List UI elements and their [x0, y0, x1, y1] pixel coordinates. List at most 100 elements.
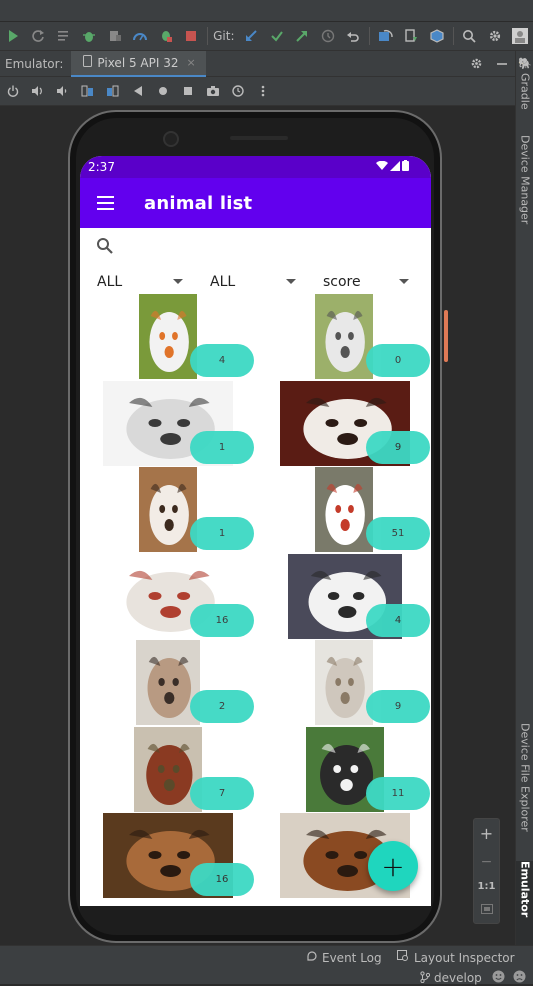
- filter-dropdown-2[interactable]: ALL: [193, 268, 306, 296]
- animal-card[interactable]: 1: [80, 467, 255, 553]
- score-badge[interactable]: 11: [366, 776, 430, 810]
- debug-icon[interactable]: [77, 22, 103, 51]
- score-badge[interactable]: 1: [190, 430, 254, 464]
- emulator-tool-window-header: Emulator: Pixel 5 API 32 ×: [0, 49, 515, 78]
- score-badge[interactable]: 16: [190, 603, 254, 637]
- score-badge[interactable]: 9: [366, 430, 430, 464]
- battery-icon: [402, 160, 409, 174]
- score-badge[interactable]: 0: [366, 344, 430, 377]
- side-tab-label: Emulator: [518, 861, 532, 918]
- animal-card[interactable]: 2: [80, 640, 255, 726]
- animal-card[interactable]: 51: [256, 467, 431, 553]
- device-mirror-icon[interactable]: [373, 22, 399, 51]
- search-field[interactable]: [80, 232, 431, 264]
- layout-inspector-button[interactable]: Layout Inspector: [397, 950, 515, 965]
- volume-up-icon[interactable]: [25, 77, 50, 106]
- side-tab-gradle[interactable]: 🐘 Gradle: [516, 57, 533, 119]
- overview-icon[interactable]: [175, 77, 200, 106]
- git-history-icon[interactable]: [315, 22, 341, 51]
- sdk-manager-icon[interactable]: [424, 22, 450, 51]
- more-options-icon[interactable]: [250, 77, 275, 106]
- animal-card[interactable]: 16: [80, 813, 255, 899]
- android-status-bar: 2:37: [80, 156, 431, 178]
- animal-card[interactable]: 1: [80, 380, 255, 467]
- git-rollback-icon[interactable]: [341, 22, 367, 51]
- animal-card[interactable]: 9: [256, 380, 431, 467]
- animal-card[interactable]: 7: [80, 726, 255, 813]
- git-commit-icon[interactable]: [264, 22, 290, 51]
- zoom-fit-icon[interactable]: [480, 903, 493, 918]
- home-icon[interactable]: [150, 77, 175, 106]
- settings-gear-icon[interactable]: [482, 22, 508, 51]
- event-log-button[interactable]: Event Log: [306, 950, 382, 965]
- hamburger-menu-icon[interactable]: [80, 194, 130, 212]
- front-camera: [163, 131, 179, 147]
- emulator-settings-gear-icon[interactable]: [463, 49, 489, 78]
- score-badge[interactable]: 1: [190, 517, 254, 550]
- event-log-icon: [306, 950, 318, 965]
- tab-pixel-5-api-32[interactable]: Pixel 5 API 32 ×: [71, 50, 206, 77]
- score-badge[interactable]: 4: [190, 344, 254, 377]
- add-animal-fab[interactable]: +: [368, 841, 418, 891]
- right-tool-strip: 🐘 Gradle Device Manager Device File Expl…: [515, 51, 533, 945]
- debug-attach-icon[interactable]: [153, 22, 179, 51]
- device-download-icon[interactable]: [399, 22, 425, 51]
- rerun-icon[interactable]: [26, 22, 52, 51]
- device-power-button[interactable]: [444, 310, 448, 362]
- score-badge[interactable]: 4: [366, 603, 430, 637]
- device-screen[interactable]: 2:37 animal list ALL ALL score 4 0 1 9 1 51 16…: [80, 156, 431, 906]
- animal-card[interactable]: 0: [256, 294, 431, 380]
- sort-dropdown[interactable]: score: [306, 268, 419, 296]
- score-badge[interactable]: 9: [366, 690, 430, 723]
- dropdown-arrow-icon: [173, 279, 183, 284]
- run-icon[interactable]: [0, 22, 26, 51]
- score-badge[interactable]: 7: [190, 776, 254, 810]
- screenshot-icon[interactable]: [200, 77, 225, 106]
- volume-down-icon[interactable]: [50, 77, 75, 106]
- tab-close-icon[interactable]: ×: [186, 56, 195, 69]
- filter-row: ALL ALL score: [80, 268, 431, 296]
- side-tab-device-manager[interactable]: Device Manager: [516, 135, 533, 239]
- git-branch-icon: [420, 970, 431, 986]
- wifi-icon: [376, 160, 388, 174]
- side-tab-device-file-explorer[interactable]: Device File Explorer: [516, 723, 533, 873]
- back-icon[interactable]: [125, 77, 150, 106]
- zoom-out-button[interactable]: −: [481, 854, 493, 870]
- git-push-icon[interactable]: [290, 22, 316, 51]
- stop-icon[interactable]: [179, 22, 205, 51]
- power-icon[interactable]: [0, 77, 25, 106]
- filter-value: ALL: [97, 274, 123, 290]
- apply-changes-icon[interactable]: [51, 22, 77, 51]
- side-tab-emulator[interactable]: Emulator: [516, 861, 533, 945]
- animal-card[interactable]: 4: [80, 294, 255, 380]
- rotate-left-icon[interactable]: [75, 77, 100, 106]
- zoom-actual-size-button[interactable]: 1:1: [478, 881, 496, 892]
- animal-card[interactable]: 4: [256, 553, 431, 640]
- zoom-in-button[interactable]: +: [480, 824, 493, 843]
- phone-tab-icon: [83, 55, 93, 70]
- animal-photo: [139, 467, 197, 552]
- git-update-icon[interactable]: [239, 22, 265, 51]
- attach-debugger-icon[interactable]: [102, 22, 128, 51]
- rotate-right-icon[interactable]: [100, 77, 125, 106]
- animal-card[interactable]: 9: [256, 640, 431, 726]
- profiler-icon[interactable]: [128, 22, 154, 51]
- account-avatar-icon[interactable]: [508, 22, 533, 51]
- minimize-icon[interactable]: [489, 49, 515, 78]
- animal-card[interactable]: 16: [80, 553, 255, 640]
- filter-dropdown-1[interactable]: ALL: [80, 268, 193, 296]
- snapshot-icon[interactable]: [225, 77, 250, 106]
- toolbar-separator: [369, 27, 371, 45]
- ide-toolbar: Git:: [0, 22, 533, 51]
- score-badge[interactable]: 16: [190, 863, 254, 896]
- score-badge[interactable]: 51: [366, 517, 430, 550]
- animal-photo: [315, 294, 373, 379]
- emulator-controls: [0, 77, 515, 106]
- app-title: animal list: [144, 192, 253, 214]
- layout-inspector-icon: [397, 950, 410, 965]
- search-icon[interactable]: [457, 22, 483, 51]
- animal-card[interactable]: 11: [256, 726, 431, 813]
- score-badge[interactable]: 2: [190, 690, 254, 723]
- zoom-controls: + − 1:1: [473, 818, 500, 924]
- layout-inspector-label: Layout Inspector: [414, 950, 515, 965]
